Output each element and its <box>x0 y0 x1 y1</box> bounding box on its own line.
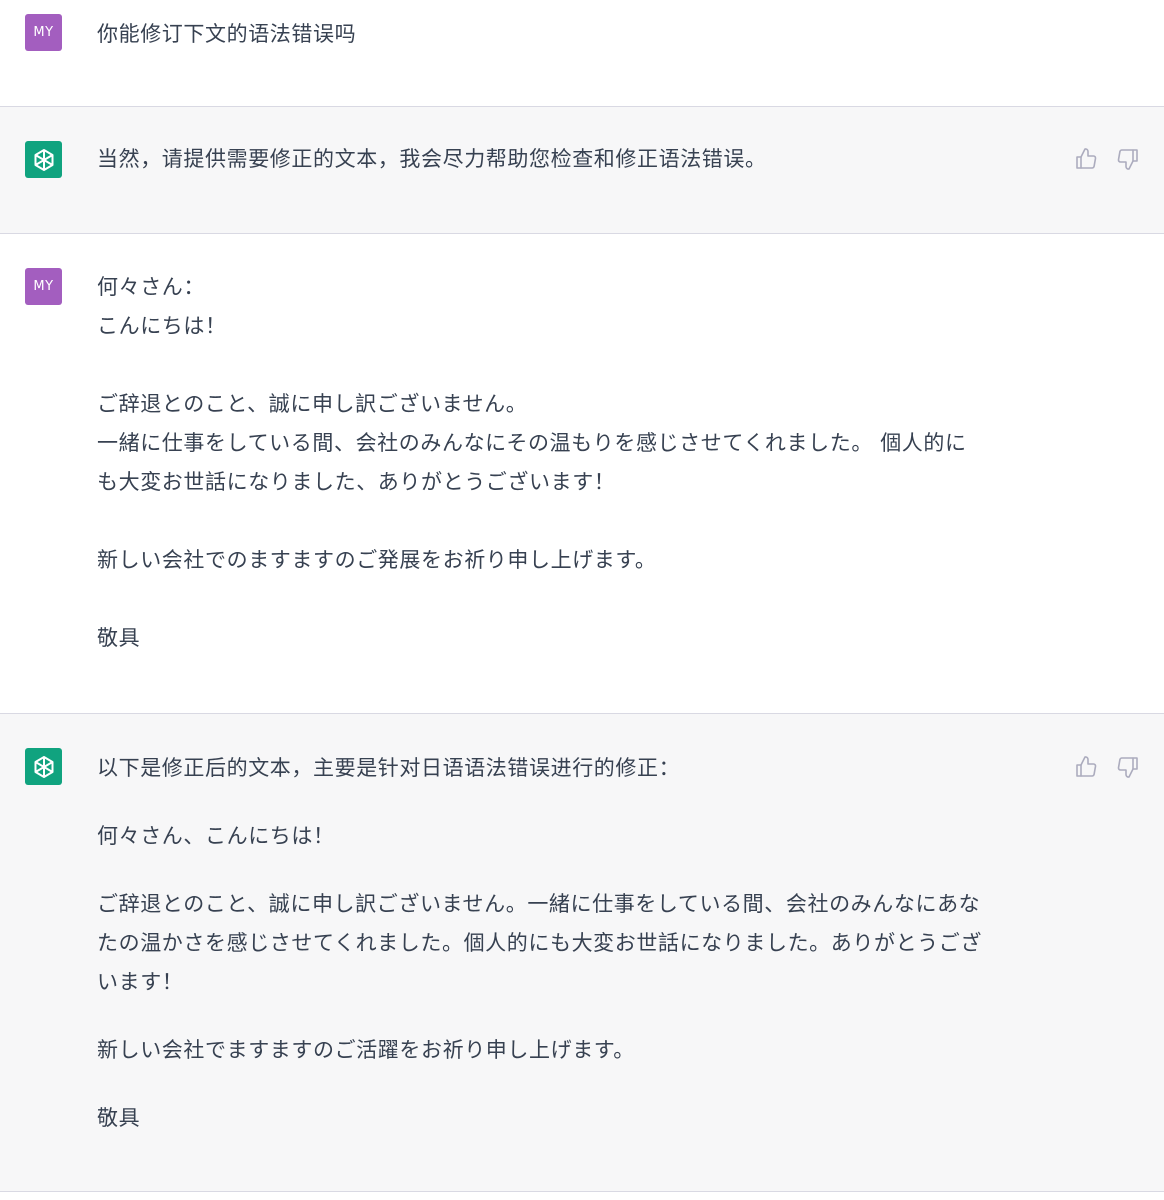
message-line: こんにちは！ <box>97 314 227 338</box>
user-message: MY 何々さん： こんにちは！ ​ ご辞退とのこと、誠に申し訳ございません。 一… <box>0 234 1164 714</box>
message-line: ​ <box>97 346 1057 385</box>
user-avatar-label: MY <box>33 25 54 40</box>
message-line: います！ <box>97 970 184 994</box>
message-line: たの温かさを感じさせてくれました。個人的にも大変お世話になりました。ありがとうご… <box>97 931 982 955</box>
message-text: 你能修订下文的语法错误吗 <box>97 15 1057 54</box>
message-line: 当然，请提供需要修正的文本，我会尽力帮助您检查和修正语法错误。 <box>97 147 767 171</box>
assistant-avatar <box>25 748 62 785</box>
message-line: も大変お世話になりました、ありがとうございます！ <box>97 470 616 494</box>
message-text: 以下是修正后的文本，主要是针对日语语法错误进行的修正： 何々さん、こんにちは！ … <box>97 749 1057 1138</box>
message-line: ​ <box>97 502 1057 541</box>
message-line: ご辞退とのこと、誠に申し訳ございません。一緒に仕事をしている間、会社のみんなにあ… <box>97 892 981 916</box>
message-line: 何々さん、こんにちは！ <box>97 824 335 848</box>
feedback-buttons <box>1074 147 1140 171</box>
message-text: 何々さん： こんにちは！ ​ ご辞退とのこと、誠に申し訳ございません。 一緒に仕… <box>97 268 1057 658</box>
message-line: 敬具 <box>97 626 141 650</box>
message-line: ​ <box>97 580 1057 619</box>
message-line: ご辞退とのこと、誠に申し訳ございません。 <box>97 392 528 416</box>
thumbs-down-icon[interactable] <box>1116 755 1140 779</box>
message-line: 新しい会社でますますのご活躍をお祈り申し上げます。 <box>97 1038 635 1062</box>
openai-logo-icon <box>34 755 53 778</box>
user-avatar: MY <box>25 268 62 305</box>
assistant-message: 当然，请提供需要修正的文本，我会尽力帮助您检查和修正语法错误。 <box>0 107 1164 234</box>
conversation-thread: MY 你能修订下文的语法错误吗 当然，请提供需要修正的文本，我会尽力帮助您检查和… <box>0 0 1164 1200</box>
user-avatar: MY <box>25 14 62 51</box>
message-line: 一緒に仕事をしている間、会社のみんなにその温もりを感じさせてくれました。 個人的… <box>97 431 967 455</box>
assistant-message: 以下是修正后的文本，主要是针对日语语法错误进行的修正： 何々さん、こんにちは！ … <box>0 714 1164 1192</box>
message-line: 你能修订下文的语法错误吗 <box>97 22 357 46</box>
message-line: 敬具 <box>97 1106 141 1130</box>
feedback-buttons <box>1074 755 1140 779</box>
message-text: 当然，请提供需要修正的文本，我会尽力帮助您检查和修正语法错误。 <box>97 140 1057 179</box>
message-line: 新しい会社でのますますのご発展をお祈り申し上げます。 <box>97 548 657 572</box>
message-line: 以下是修正后的文本，主要是针对日语语法错误进行的修正： <box>97 756 681 780</box>
thumbs-up-icon[interactable] <box>1074 147 1098 171</box>
user-avatar-label: MY <box>33 279 54 294</box>
thumbs-down-icon[interactable] <box>1116 147 1140 171</box>
thumbs-up-icon[interactable] <box>1074 755 1098 779</box>
assistant-avatar <box>25 141 62 178</box>
message-line: 何々さん： <box>97 275 205 299</box>
openai-logo-icon <box>34 148 53 171</box>
user-message: MY 你能修订下文的语法错误吗 <box>0 0 1164 107</box>
